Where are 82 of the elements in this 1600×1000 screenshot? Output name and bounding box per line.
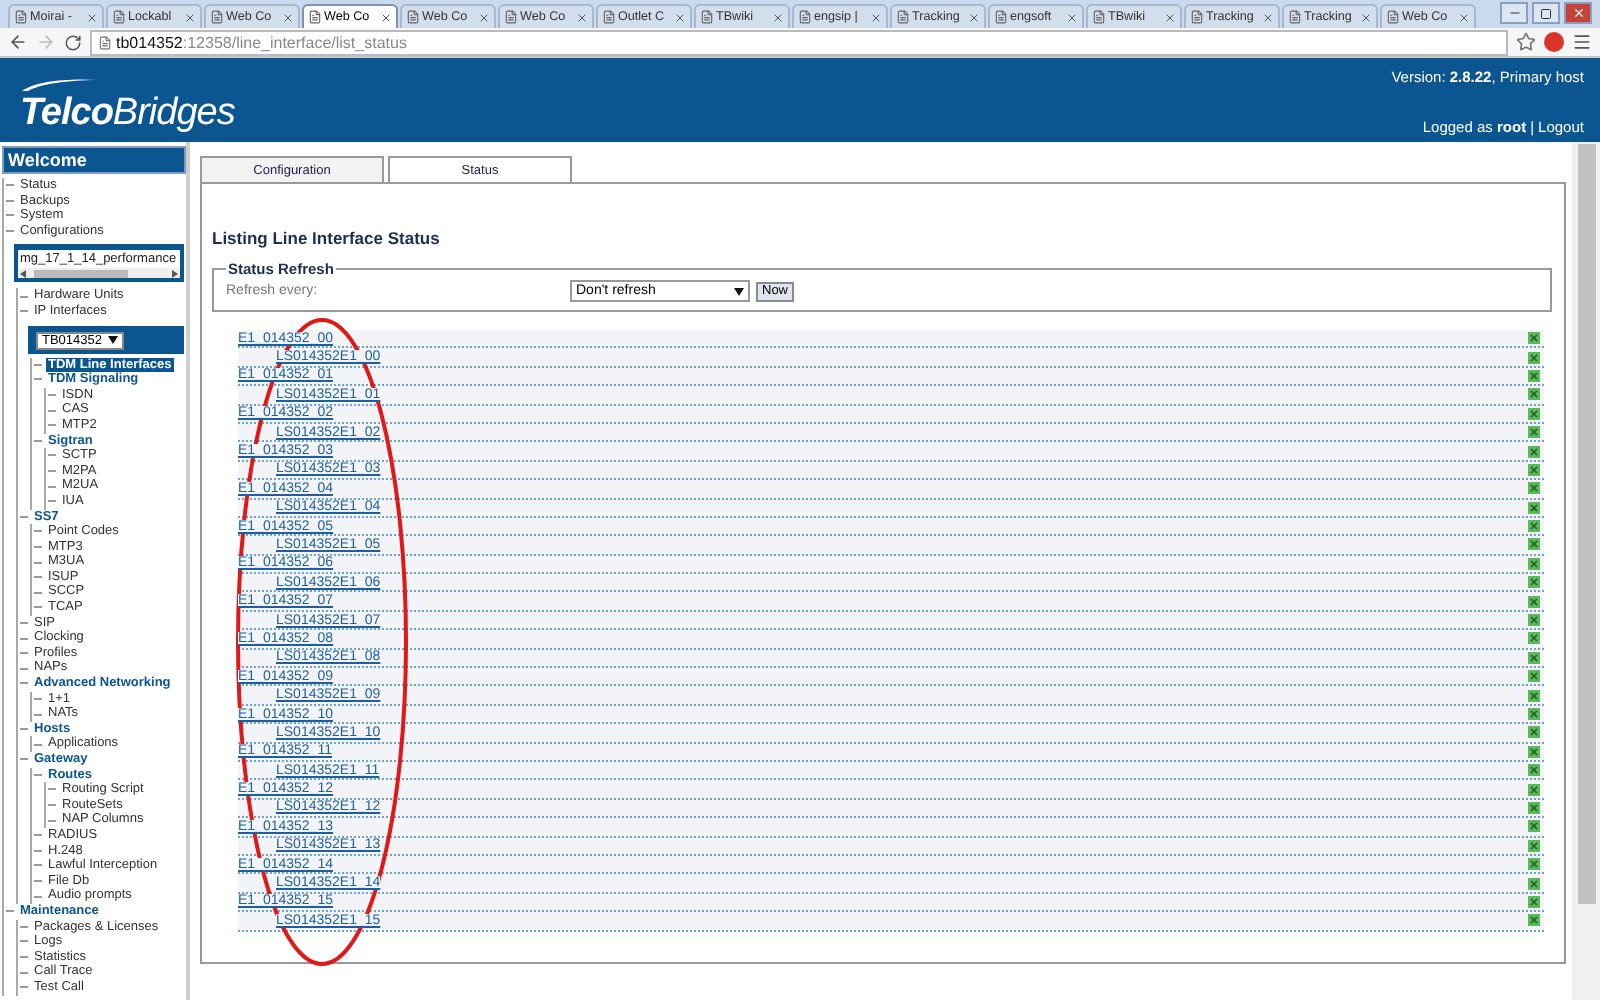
page-icon <box>1386 10 1400 24</box>
maximize-icon <box>1540 7 1552 19</box>
page-icon <box>112 10 126 24</box>
status-icon <box>1528 614 1540 627</box>
page-icon <box>896 10 910 24</box>
close-icon[interactable] <box>968 11 980 23</box>
reload-icon[interactable] <box>64 33 82 51</box>
bookmark-star-icon[interactable] <box>1516 32 1536 52</box>
status-icon <box>1528 388 1540 401</box>
status-icon <box>1528 783 1540 796</box>
status-icon <box>1528 651 1540 664</box>
close-icon[interactable] <box>478 11 490 23</box>
back-icon[interactable] <box>8 32 28 52</box>
status-icon <box>1528 332 1540 345</box>
extension-icon[interactable] <box>1544 32 1564 52</box>
page-icon <box>700 10 714 24</box>
logo: TelcoBridges <box>20 91 235 135</box>
close-icon[interactable] <box>674 11 686 23</box>
status-icon <box>1528 351 1540 364</box>
close-icon[interactable] <box>282 11 294 23</box>
scroll-left-icon[interactable] <box>20 269 26 278</box>
status-icon <box>1528 501 1540 514</box>
status-icon <box>1528 632 1540 645</box>
page-icon <box>98 35 112 49</box>
close-icon[interactable] <box>1360 11 1372 23</box>
status-icon <box>1528 520 1540 533</box>
close-icon[interactable] <box>380 11 392 23</box>
close-icon[interactable] <box>1458 11 1470 23</box>
status-icon <box>1528 426 1540 439</box>
status-icon <box>1528 708 1540 720</box>
page-icon <box>504 10 518 24</box>
close-icon[interactable] <box>1164 11 1176 23</box>
status-icon <box>1528 820 1540 833</box>
close-icon[interactable] <box>772 11 784 23</box>
status-icon <box>1528 745 1540 758</box>
page-icon <box>1190 10 1204 24</box>
page-icon <box>602 10 616 24</box>
status-icon <box>1528 726 1540 739</box>
status-icon <box>1528 670 1540 683</box>
dropdown-icon <box>108 336 118 345</box>
status-icon <box>1528 689 1540 702</box>
status-icon <box>1528 839 1540 852</box>
status-icon <box>1528 407 1540 420</box>
status-icon <box>1528 914 1540 927</box>
status-icon <box>1528 538 1540 551</box>
page-icon <box>210 10 224 24</box>
page-icon <box>1092 10 1106 24</box>
page-icon <box>994 10 1008 24</box>
close-icon[interactable] <box>1066 11 1078 23</box>
menu-icon[interactable] <box>1572 32 1592 52</box>
maximize-button[interactable] <box>1532 2 1560 24</box>
status-icon <box>1528 764 1540 777</box>
status-icon <box>1528 858 1540 871</box>
caret-icon <box>734 287 744 295</box>
close-icon[interactable] <box>1262 11 1274 23</box>
status-icon <box>1528 895 1540 908</box>
scroll-right-icon[interactable] <box>172 269 178 278</box>
status-icon <box>1528 595 1540 608</box>
close-button[interactable] <box>1564 2 1592 24</box>
address-field[interactable]: tb014352:12358/line_interface/list_status <box>90 29 1508 55</box>
sidebar-title: Welcome <box>2 146 186 174</box>
status-icon <box>1528 369 1540 382</box>
close-icon[interactable] <box>870 11 882 23</box>
page-icon <box>798 10 812 24</box>
page-icon <box>406 10 420 24</box>
scrollbar-thumb[interactable] <box>1577 144 1595 904</box>
page-icon <box>308 10 322 24</box>
minimize-icon <box>1507 6 1521 20</box>
close-icon[interactable] <box>86 11 98 23</box>
close-icon[interactable] <box>576 11 588 23</box>
status-icon <box>1528 576 1540 589</box>
status-icon <box>1528 877 1540 890</box>
close-icon[interactable] <box>184 11 196 23</box>
page-icon <box>1288 10 1302 24</box>
page-icon <box>14 10 28 24</box>
status-icon <box>1528 463 1540 476</box>
status-icon <box>1528 445 1540 458</box>
page-heading: Listing Line Interface Status <box>212 228 442 248</box>
status-icon <box>1528 482 1540 495</box>
close-icon <box>1571 6 1585 20</box>
status-icon <box>1528 557 1540 570</box>
status-icon <box>1528 801 1540 814</box>
